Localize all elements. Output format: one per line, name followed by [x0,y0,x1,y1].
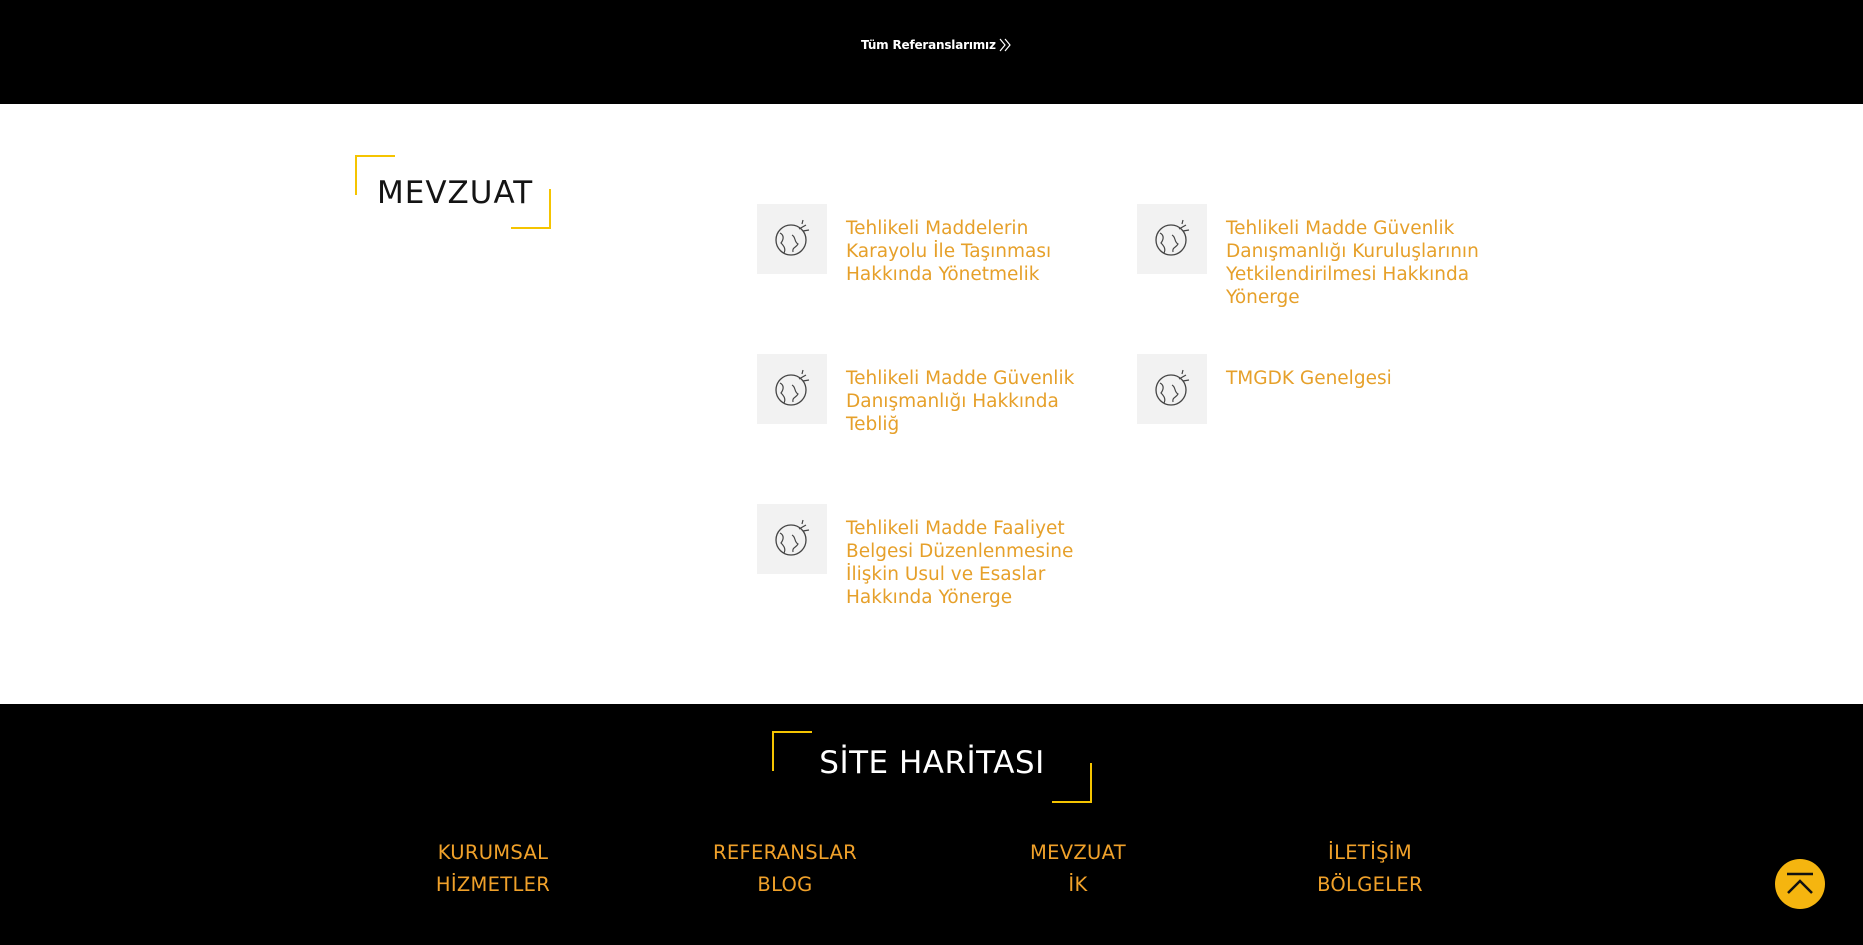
mevzuat-item-label: Tehlikeli Madde Güvenlik Danışmanlığı Ha… [846,368,1075,435]
all-references-link[interactable]: Tüm Referanslarımız [861,34,1013,56]
double-chevron-right-icon [999,38,1011,52]
sitemap-column-3: İLETİŞİM BÖLGELER [1260,837,1480,901]
sitemap-link-hizmetler[interactable]: HİZMETLER [383,869,603,901]
sitemap-link-iletisim[interactable]: İLETİŞİM [1260,837,1480,869]
mevzuat-item-label: Tehlikeli Maddelerin Karayolu İle Taşınm… [846,218,1052,285]
sitemap-title: SİTE HARİTASI [819,745,1045,781]
mevzuat-item-2[interactable]: Tehlikeli Madde Güvenlik Danışmanlığı Ha… [757,354,1111,436]
footer: SİTE HARİTASI KURUMSAL HİZMETLER REFERAN… [0,704,1863,945]
mevzuat-title: MEVZUAT [377,175,534,211]
sitemap-column-0: KURUMSAL HİZMETLER [383,837,603,901]
arrow-up-to-top-icon [1787,872,1813,894]
mevzuat-item-label: Tehlikeli Madde Faaliyet Belgesi Düzenle… [846,518,1074,608]
sitemap-link-bolgeler[interactable]: BÖLGELER [1260,869,1480,901]
sitemap-link-blog[interactable]: BLOG [675,869,895,901]
globe-icon [1137,354,1207,424]
mevzuat-heading: MEVZUAT [355,155,551,229]
globe-icon [757,504,827,574]
mevzuat-item-1[interactable]: Tehlikeli Madde Güvenlik Danışmanlığı Ku… [1137,204,1491,309]
globe-icon [757,354,827,424]
sitemap-link-ik[interactable]: İK [968,869,1188,901]
references-band: Tüm Referanslarımız [0,0,1863,104]
sitemap-link-mevzuat[interactable]: MEVZUAT [968,837,1188,869]
sitemap-heading: SİTE HARİTASI [772,731,1092,803]
sitemap-link-referanslar[interactable]: REFERANSLAR [675,837,895,869]
mevzuat-section: MEVZUAT Tehlikeli Maddelerin Karayolu İl… [0,104,1863,704]
scroll-to-top-button[interactable] [1775,859,1825,909]
all-references-label: Tüm Referanslarımız [861,38,996,52]
sitemap-link-kurumsal[interactable]: KURUMSAL [383,837,603,869]
sitemap-column-2: MEVZUAT İK [968,837,1188,901]
mevzuat-item-label: Tehlikeli Madde Güvenlik Danışmanlığı Ku… [1226,218,1479,308]
globe-icon [757,204,827,274]
globe-icon [1137,204,1207,274]
mevzuat-item-label: TMGDK Genelgesi [1226,368,1392,389]
sitemap-column-1: REFERANSLAR BLOG [675,837,895,901]
mevzuat-item-4[interactable]: Tehlikeli Madde Faaliyet Belgesi Düzenle… [757,504,1111,609]
mevzuat-item-0[interactable]: Tehlikeli Maddelerin Karayolu İle Taşınm… [757,204,1111,286]
mevzuat-item-3[interactable]: TMGDK Genelgesi [1137,354,1491,424]
